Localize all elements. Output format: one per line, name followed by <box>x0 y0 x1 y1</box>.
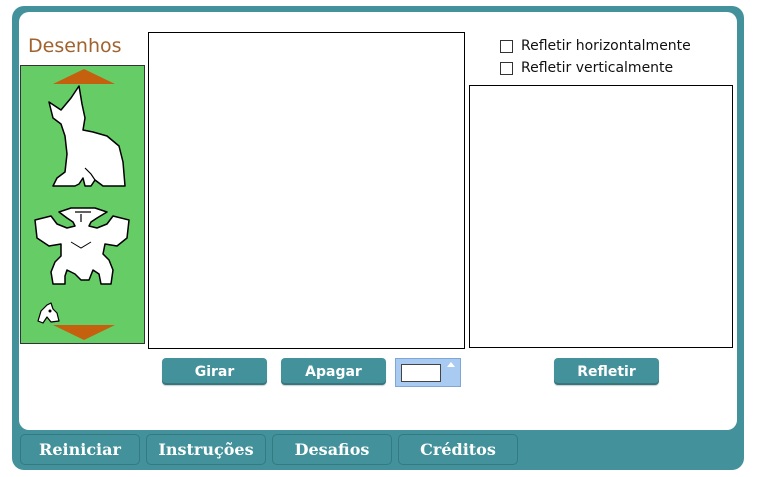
scroll-up-arrow-icon[interactable] <box>53 69 115 84</box>
figure-shape[interactable] <box>31 204 135 288</box>
color-picker-up-arrow-icon[interactable] <box>447 362 455 367</box>
erase-button[interactable]: Apagar <box>281 358 386 385</box>
reflect-button[interactable]: Refletir <box>554 358 659 385</box>
scroll-down-arrow-icon[interactable] <box>53 325 115 340</box>
reflect-vertical-checkbox[interactable] <box>500 61 513 75</box>
reflect-vertical-label: Refletir verticalmente <box>521 60 674 76</box>
dog-shape[interactable] <box>45 84 129 188</box>
reflection-canvas <box>469 85 733 348</box>
reflect-horizontal-option[interactable]: Refletir horizontalmente <box>500 38 691 54</box>
reflect-vertical-option[interactable]: Refletir verticalmente <box>500 60 673 76</box>
reflect-horizontal-label: Refletir horizontalmente <box>521 38 691 54</box>
color-picker[interactable] <box>395 358 461 387</box>
palette-title: Desenhos <box>28 35 122 57</box>
tab-desafios[interactable]: Desafios <box>272 434 392 465</box>
color-swatch[interactable] <box>401 364 441 382</box>
drawing-canvas[interactable] <box>148 32 465 349</box>
rotate-button[interactable]: Girar <box>162 358 267 385</box>
tab-instrucoes[interactable]: Instruções <box>146 434 266 465</box>
mouse-shape[interactable] <box>35 301 61 325</box>
tab-creditos[interactable]: Créditos <box>398 434 518 465</box>
drawings-palette <box>20 65 145 344</box>
reflect-horizontal-checkbox[interactable] <box>500 39 513 53</box>
tab-reiniciar[interactable]: Reiniciar <box>20 434 140 465</box>
